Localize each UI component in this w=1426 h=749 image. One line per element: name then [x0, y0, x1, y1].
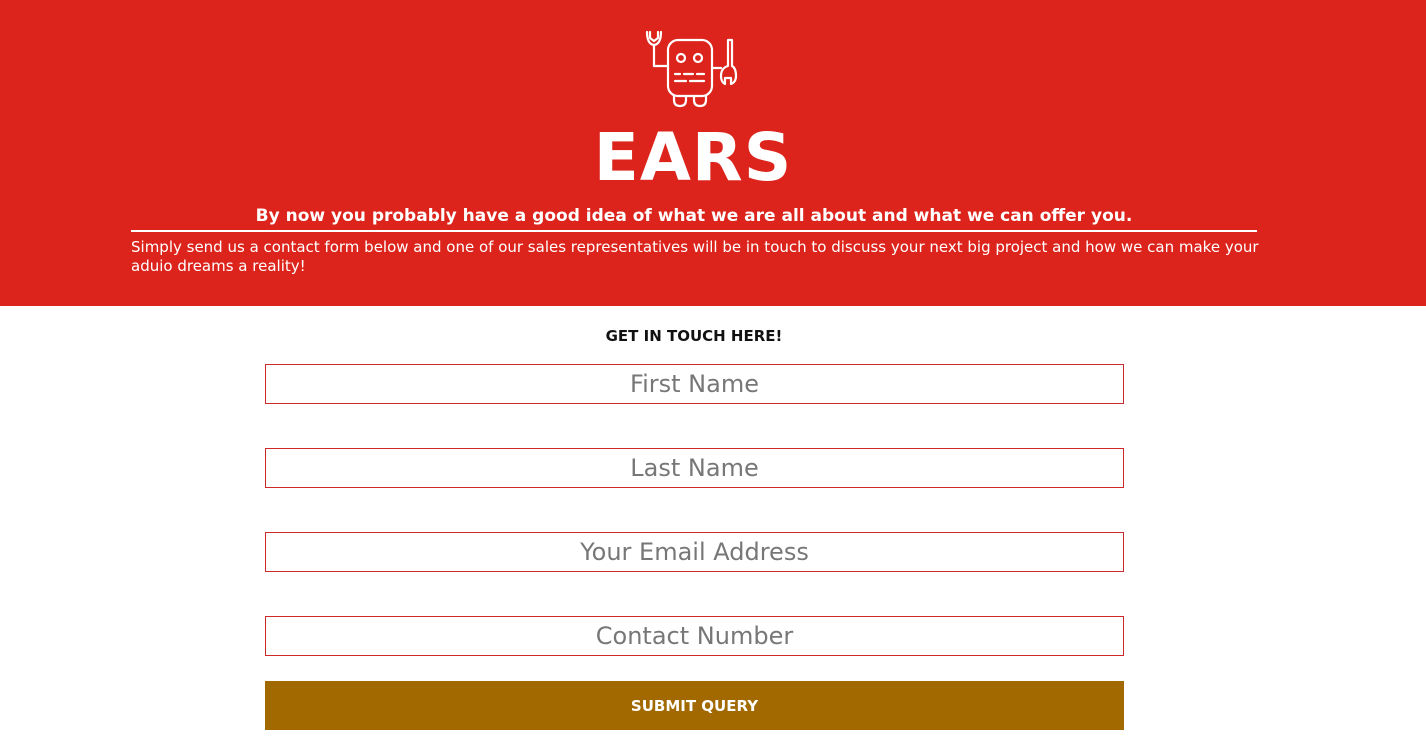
hero-divider [131, 230, 1257, 232]
brand-title: EARS [593, 119, 793, 196]
intro-text: Simply send us a contact form below and … [131, 238, 1259, 275]
tagline: By now you probably have a good idea of … [255, 206, 1133, 226]
form-heading: GET IN TOUCH HERE! [605, 327, 783, 345]
last-name-input[interactable] [265, 448, 1124, 488]
contact-number-input[interactable] [265, 616, 1124, 656]
email-input[interactable] [265, 532, 1124, 572]
hero-banner: EARS By now you probably have a good ide… [0, 0, 1426, 306]
robot-with-wrenches-icon [645, 30, 738, 108]
submit-query-button[interactable]: SUBMIT QUERY [265, 681, 1124, 730]
first-name-input[interactable] [265, 364, 1124, 404]
